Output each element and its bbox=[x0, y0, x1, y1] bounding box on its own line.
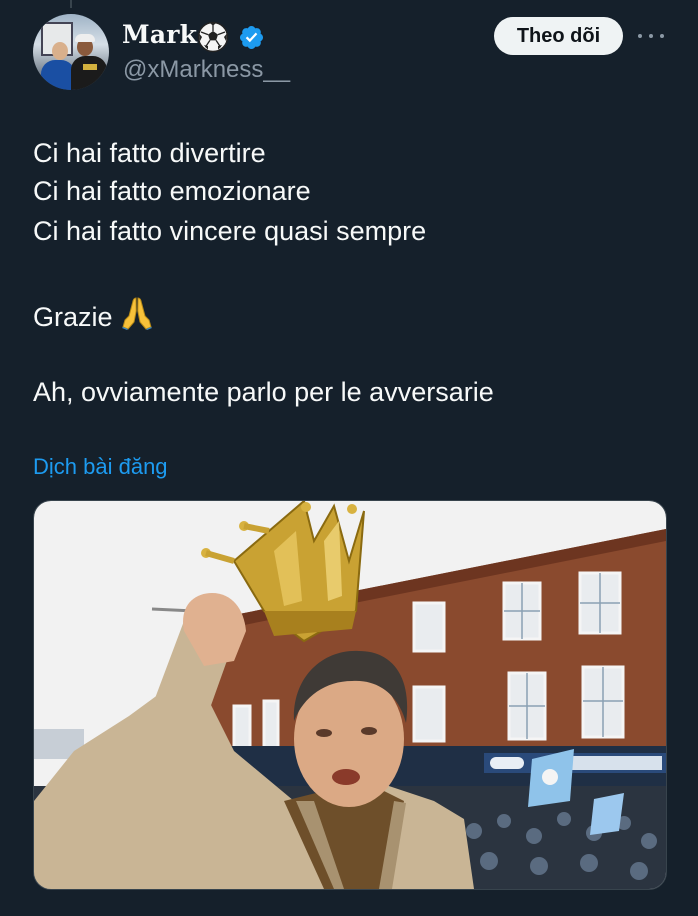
follow-button[interactable]: Theo dõi bbox=[494, 17, 623, 55]
tweet-line-3: Ci hai fatto vincere quasi sempre bbox=[33, 216, 427, 246]
photo-man-with-trophy-crown bbox=[34, 501, 666, 889]
soccer-ball-icon bbox=[197, 21, 229, 53]
author-handle[interactable]: @xMarkness__ bbox=[123, 56, 290, 84]
folded-hands-icon bbox=[121, 297, 152, 330]
avatar-cap bbox=[75, 34, 95, 42]
avatar-head-left bbox=[52, 42, 68, 60]
tweet-line-grazie: Grazie bbox=[33, 296, 653, 333]
avatar-person-left bbox=[41, 60, 75, 90]
tweet-line-5: Ah, ovviamente parlo per le avversarie bbox=[33, 377, 494, 407]
tweet-media-photo[interactable] bbox=[33, 500, 667, 890]
verified-badge-icon[interactable] bbox=[238, 24, 265, 51]
tweet-line-1: Ci hai fatto divertire bbox=[33, 138, 266, 168]
translate-post-link[interactable]: Dịch bài đăng bbox=[33, 454, 168, 480]
grazie-text: Grazie bbox=[33, 302, 113, 332]
author-name[interactable]: Mark bbox=[122, 20, 197, 49]
thread-line bbox=[70, 0, 72, 8]
tweet-line-2: Ci hai fatto emozionare bbox=[33, 176, 311, 206]
avatar-shirt-logo bbox=[83, 64, 97, 70]
more-horizontal-icon[interactable] bbox=[638, 27, 664, 45]
avatar[interactable] bbox=[33, 14, 109, 90]
avatar-person-right bbox=[71, 56, 107, 90]
